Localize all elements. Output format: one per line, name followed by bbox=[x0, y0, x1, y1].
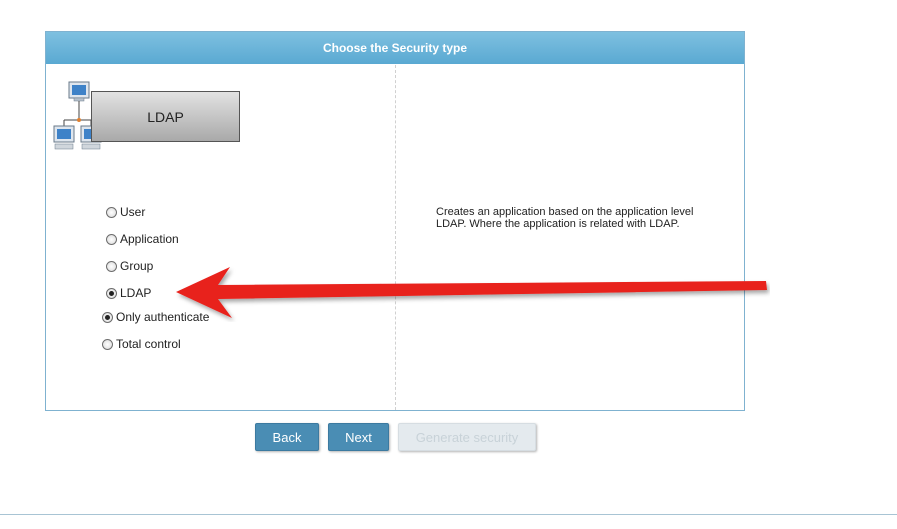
footer-divider bbox=[0, 514, 897, 515]
radio-circle[interactable] bbox=[106, 287, 117, 299]
back-button[interactable]: Back bbox=[255, 423, 319, 451]
generate-security-button: Generate security bbox=[398, 423, 536, 451]
radio-circle[interactable] bbox=[106, 260, 117, 272]
selected-type-label: LDAP bbox=[147, 108, 184, 125]
radio-total-control-label: Total control bbox=[116, 337, 181, 351]
selected-type-box: LDAP bbox=[91, 91, 240, 142]
panel-title: Choose the Security type bbox=[46, 32, 744, 64]
radio-circle[interactable] bbox=[102, 338, 113, 350]
radio-user-label: User bbox=[120, 205, 146, 219]
radio-circle[interactable] bbox=[106, 206, 117, 218]
security-wizard: Choose the Security type LDAP User Appli… bbox=[0, 0, 897, 529]
radio-group[interactable]: Group bbox=[106, 259, 153, 273]
radio-total-control[interactable]: Total control bbox=[102, 337, 181, 351]
radio-ldap[interactable]: LDAP bbox=[106, 286, 151, 300]
radio-application[interactable]: Application bbox=[106, 232, 179, 246]
next-button[interactable]: Next bbox=[328, 423, 389, 451]
radio-group-label: Group bbox=[120, 259, 154, 273]
radio-application-label: Application bbox=[120, 232, 179, 246]
radio-circle[interactable] bbox=[106, 233, 117, 245]
type-description: Creates an application based on the appl… bbox=[436, 206, 694, 230]
radio-ldap-label: LDAP bbox=[120, 286, 152, 300]
annotation-arrow-icon bbox=[176, 267, 767, 318]
radio-circle[interactable] bbox=[102, 311, 113, 323]
security-type-panel: Choose the Security type LDAP User Appli… bbox=[45, 31, 745, 411]
panel-divider bbox=[395, 65, 396, 410]
radio-user[interactable]: User bbox=[106, 205, 145, 219]
